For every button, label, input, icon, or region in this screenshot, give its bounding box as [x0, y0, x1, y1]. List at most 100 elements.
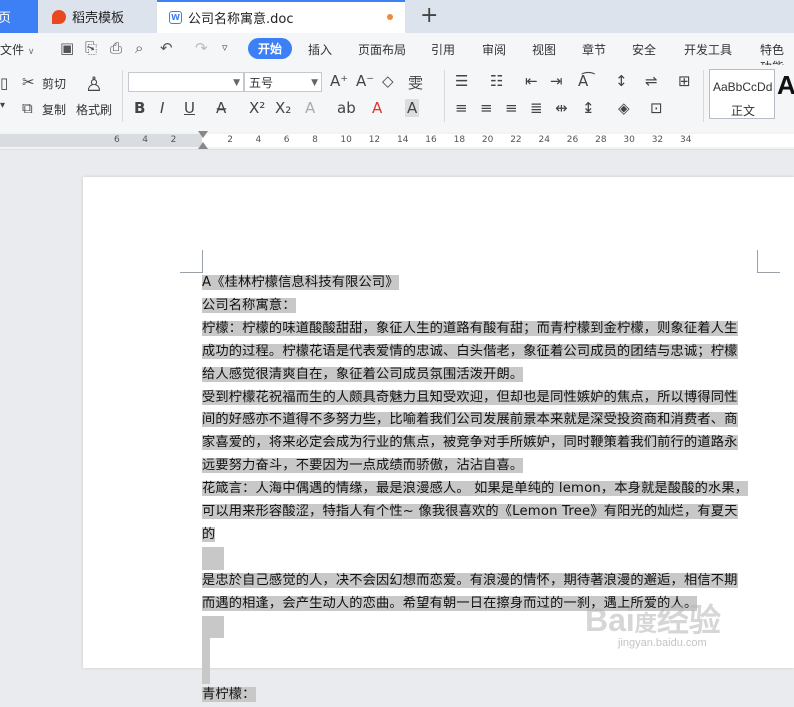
justify-icon[interactable]: ≣: [530, 99, 543, 117]
style-name: 正文: [731, 104, 756, 118]
cut-icon[interactable]: ✂: [22, 73, 35, 91]
align-center-icon[interactable]: ≡: [480, 99, 493, 117]
table-borders-icon[interactable]: ⊞: [678, 72, 691, 90]
style-heading[interactable]: A: [777, 70, 794, 101]
grow-font-icon[interactable]: A⁺: [330, 72, 348, 90]
document-line[interactable]: 成功的过程。柠檬花语是代表爱情的忠诚、白头偕老，象征着公司成员的团结与忠诚；柠檬: [202, 341, 758, 364]
export-icon[interactable]: ⎘: [85, 39, 97, 57]
menu-review[interactable]: 审阅: [482, 41, 506, 58]
redo-icon[interactable]: ↷: [195, 39, 208, 57]
numbered-list-icon[interactable]: ☷: [490, 72, 503, 90]
selection-highlight: [202, 615, 224, 639]
copy-label[interactable]: 复制: [42, 101, 66, 118]
clear-format-icon[interactable]: ◇: [382, 72, 394, 90]
document-line[interactable]: 远要努力奋斗，不要因为一点成绩而骄傲，沾沾自喜。: [202, 455, 758, 478]
shading-fill-icon[interactable]: ◈: [618, 99, 630, 117]
hanging-indent-marker[interactable]: [198, 142, 208, 149]
document-line-text: 家喜爱的，将来必定会成为行业的焦点，被竞争对手所嫉妒，同时鞭策着我们前行的道路永: [202, 435, 738, 451]
document-line-text: 柠檬：柠檬的味道酸酸甜甜，象征人生的道路有酸有甜；而青柠檬到金柠檬，则象征着人生: [202, 320, 738, 336]
document-line[interactable]: 受到柠檬花祝福而生的人颇具奇魅力且知受欢迎，但却也是同性嫉妒的焦点，所以博得同性: [202, 387, 758, 410]
italic-icon[interactable]: I: [160, 99, 164, 117]
menu-start[interactable]: 开始: [248, 38, 293, 59]
format-painter-icon[interactable]: ♙: [85, 72, 103, 96]
subscript-icon[interactable]: X₂: [275, 99, 291, 117]
menu-page-layout[interactable]: 页面布局: [358, 41, 406, 58]
ruler-tick-label: 16: [425, 135, 437, 145]
ruler-tick-label: 2: [227, 135, 233, 145]
font-name-combo[interactable]: ▼: [128, 72, 244, 92]
bullet-list-icon[interactable]: ☰: [455, 72, 468, 90]
char-shading-icon[interactable]: A: [405, 99, 420, 117]
menu-chapter[interactable]: 章节: [582, 41, 606, 58]
menu-insert[interactable]: 插入: [308, 41, 332, 58]
ruler-tick-label: 4: [255, 135, 262, 145]
increase-indent-icon[interactable]: ⇥: [550, 72, 563, 90]
menu-developer[interactable]: 开发工具: [684, 41, 732, 58]
cut-label[interactable]: 剪切: [42, 75, 66, 92]
baidu-watermark-url: jingyan.baidu.com: [618, 637, 707, 649]
print-preview-icon[interactable]: ⌕: [135, 39, 143, 57]
tab-home-label: 页: [0, 11, 12, 26]
font-color-icon[interactable]: A: [372, 99, 382, 117]
menu-view[interactable]: 视图: [532, 41, 556, 58]
align-left-icon[interactable]: ≡: [455, 99, 468, 117]
superscript-icon[interactable]: X²: [249, 99, 265, 117]
decrease-indent-icon[interactable]: ⇤: [525, 72, 538, 90]
new-tab-plus-icon[interactable]: +: [420, 3, 438, 28]
phonetic-guide-icon[interactable]: 雯: [408, 72, 423, 93]
ruler-tick-label: 24: [538, 135, 550, 145]
document-line[interactable]: 柠檬：柠檬的味道酸酸甜甜，象征人生的道路有酸有甜；而青柠檬到金柠檬，则象征着人生: [202, 318, 758, 341]
tab-docer-templates[interactable]: 稻壳模板: [40, 0, 155, 33]
document-line[interactable]: 的: [202, 524, 758, 547]
document-line[interactable]: [202, 546, 758, 570]
paste-dropdown-icon[interactable]: ▾: [0, 100, 5, 111]
borders-icon[interactable]: ⊡: [650, 99, 663, 117]
document-line[interactable]: 是忠於自己感觉的人，决不会因幻想而恋爱。有浪漫的情怀，期待著浪漫的邂逅，相信不期: [202, 570, 758, 593]
chevron-down-icon: ▼: [233, 78, 240, 88]
file-menu[interactable]: 文件 ∨: [0, 41, 34, 58]
tab-document[interactable]: W 公司名称寓意.doc: [157, 0, 405, 33]
document-line[interactable]: A《桂林柠檬信息科技有限公司》: [202, 272, 758, 295]
document-line-text: 间的好感亦不道得不多努力些，比喻着我们公司发展前景本来就是深受投资商和消费者、商: [202, 412, 738, 428]
chinese-layout-icon[interactable]: A͡: [578, 72, 588, 90]
document-line[interactable]: 公司名称寓意：: [202, 295, 758, 318]
menu-references[interactable]: 引用: [431, 41, 455, 58]
document-line[interactable]: 花箴言：人海中偶遇的情缘，最是浪漫感人。 如果是单纯的 lemon，本身就是酸酸…: [202, 478, 758, 501]
style-normal[interactable]: AaBbCcDd 正文: [709, 69, 775, 119]
undo-icon[interactable]: ↶: [160, 39, 173, 57]
menu-security[interactable]: 安全: [632, 41, 656, 58]
baidu-watermark-logo: Bai度经验: [585, 602, 721, 638]
line-spacing-icon[interactable]: ↨: [582, 99, 595, 117]
document-line[interactable]: [202, 661, 758, 685]
ruler-tick-label: 22: [510, 135, 522, 145]
document-line[interactable]: 给人感觉很清爽自在，象征着公司成员氛围活泼开朗。: [202, 364, 758, 387]
strikethrough-icon[interactable]: A̶: [216, 99, 226, 117]
shrink-font-icon[interactable]: A⁻: [356, 72, 374, 90]
font-size-combo[interactable]: 五号 ▼: [244, 72, 322, 92]
copy-icon[interactable]: ⧉: [22, 99, 33, 117]
save-icon[interactable]: ▣: [60, 39, 74, 57]
underline-icon[interactable]: U: [184, 99, 195, 117]
distributed-icon[interactable]: ⇹: [555, 99, 568, 117]
sort-icon[interactable]: ↕: [615, 72, 628, 90]
document-line[interactable]: 可以用来形容酸涩，特指人有个性~ 像我很喜欢的《Lemon Tree》有阳光的灿…: [202, 501, 758, 524]
format-painter-label[interactable]: 格式刷: [76, 101, 112, 118]
document-line-text: 受到柠檬花祝福而生的人颇具奇魅力且知受欢迎，但却也是同性嫉妒的焦点，所以博得同性: [202, 389, 738, 405]
paste-icon[interactable]: ▯: [0, 74, 8, 92]
horizontal-ruler[interactable]: 6 4 2 2 4 6 8 10 12 14 16 18 20 22 24 26 28 30 32 34: [0, 132, 794, 150]
document-line[interactable]: 家喜爱的，将来必定会成为行业的焦点，被竞争对手所嫉妒，同时鞭策着我们前行的道路永: [202, 432, 758, 455]
text-effect-icon[interactable]: A: [305, 99, 315, 117]
highlight-icon[interactable]: ab: [337, 99, 356, 117]
quick-access-more-icon[interactable]: ▿: [222, 41, 228, 54]
first-line-indent-marker[interactable]: [198, 131, 208, 138]
align-right-icon[interactable]: ≡: [505, 99, 518, 117]
show-marks-icon[interactable]: ⇌: [645, 72, 658, 90]
document-line-text: 远要努力奋斗，不要因为一点成绩而骄傲，沾沾自喜。: [202, 458, 524, 474]
bold-icon[interactable]: B: [134, 99, 145, 117]
document-line[interactable]: 间的好感亦不道得不多努力些，比喻着我们公司发展前景本来就是深受投资商和消费者、商: [202, 409, 758, 432]
document-line[interactable]: 青柠檬：: [202, 684, 758, 707]
ruler-tick-label: 34: [680, 135, 692, 145]
print-icon[interactable]: ⎙: [110, 39, 122, 57]
tab-docer-label: 稻壳模板: [72, 11, 125, 26]
tab-home[interactable]: 页: [0, 0, 38, 33]
